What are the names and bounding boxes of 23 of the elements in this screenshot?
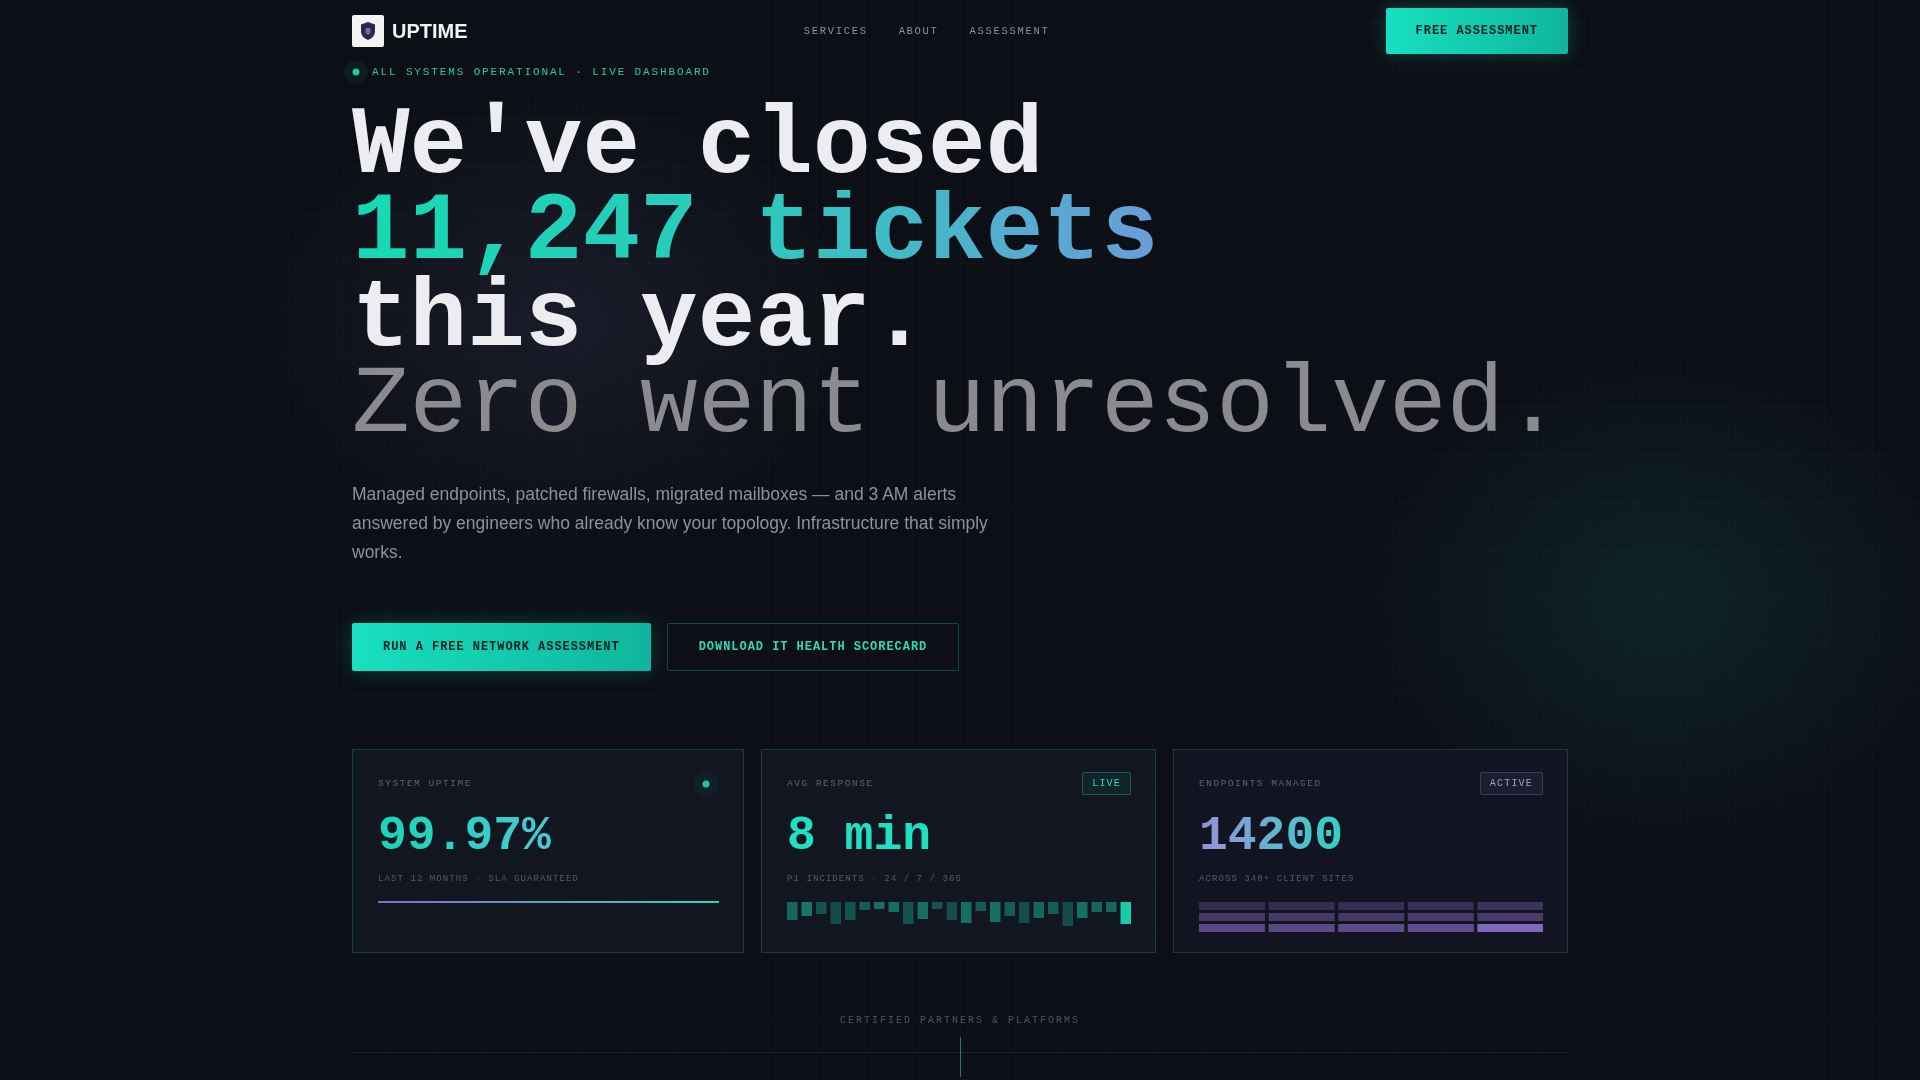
brand-name[interactable]: UPTIME [392,19,468,43]
metric-label: AVG RESPONSE [787,778,874,790]
metric-caption: ACROSS 340+ CLIENT SITES [1199,873,1356,884]
scorecard-download-button[interactable]: DOWNLOAD IT HEALTH SCORECARD [666,622,960,671]
headline-line: this year. [352,276,929,364]
status-badge: LIVE [1082,772,1131,796]
metric-value: 8 min [787,811,932,860]
metric-caption: P1 INCIDENTS · 24 / 7 / 365 [787,873,963,884]
metric-caption: LAST 12 MONTHS · SLA GUARANTEED [378,873,580,884]
section-heading: CERTIFIED PARTNERS & PLATFORMS [840,1014,1080,1026]
shield-logo-icon [352,15,384,47]
nav-link[interactable]: SERVICES [803,25,868,37]
status-text: ALL SYSTEMS OPERATIONAL · LIVE DASHBOARD [372,66,711,78]
status-dot-icon [693,770,719,797]
status-dot-icon [344,60,368,84]
free-assessment-button[interactable]: FREE ASSESSMENT [1385,8,1568,54]
status-badge: ACTIVE [1479,772,1543,796]
network-assessment-button[interactable]: RUN A FREE NETWORK ASSESSMENT [352,622,651,671]
nav-link[interactable]: ABOUT [898,25,939,37]
nav-link[interactable]: ASSESSMENT [969,25,1050,37]
hero-description: Managed endpoints, patched firewalls, migrated mailboxes — and 3 AM alerts answered by engineers who already know your topology. Infrastructure that simply works. [352,482,989,564]
metric-label: SYSTEM UPTIME [378,778,472,790]
metric-label: ENDPOINTS MANAGED [1199,778,1322,790]
